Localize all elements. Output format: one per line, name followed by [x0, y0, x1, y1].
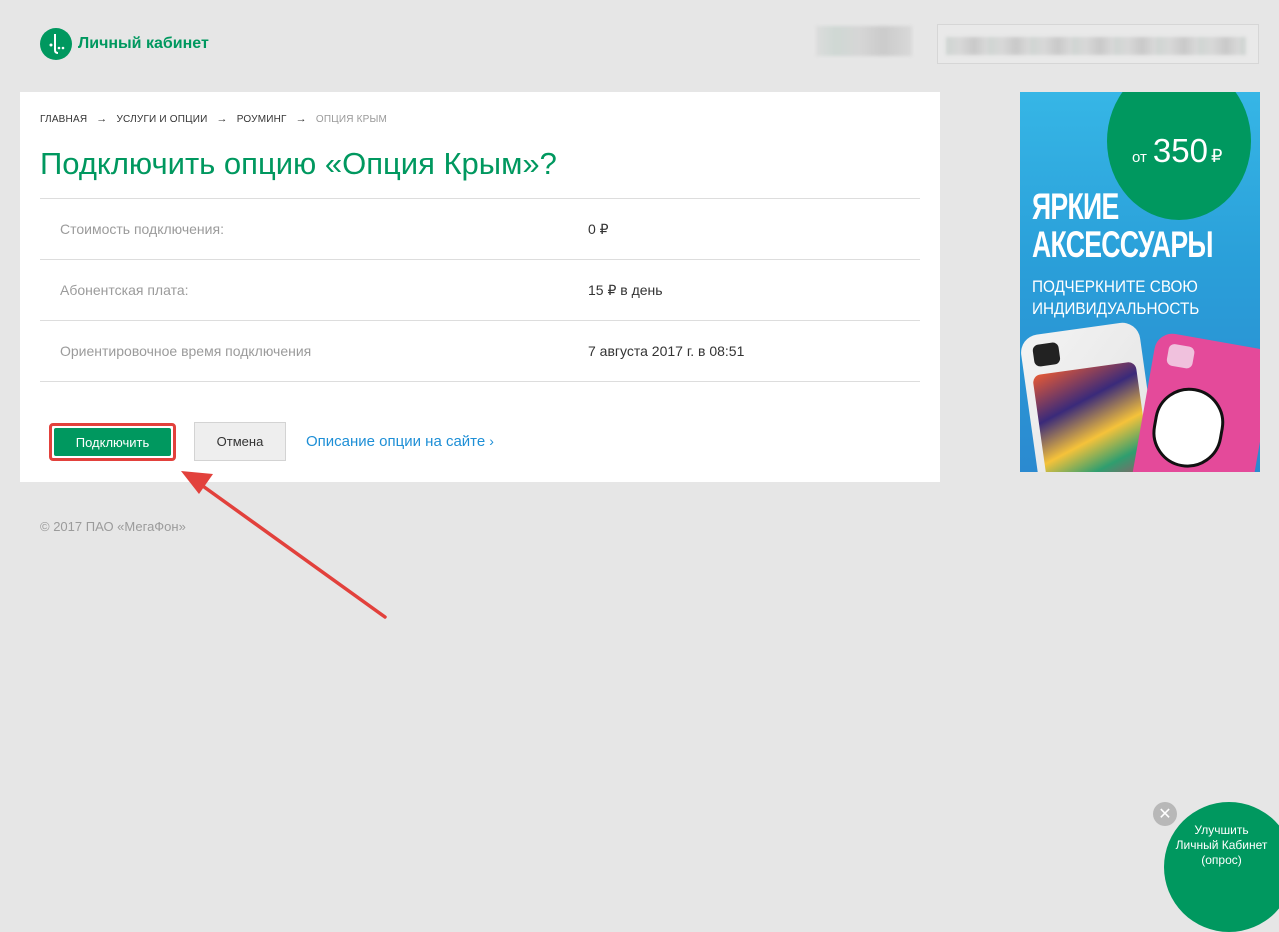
ad-price-prefix: от	[1132, 149, 1147, 166]
option-description-link-text: Описание опции на сайте	[306, 433, 486, 450]
confirm-card: Главная → Услуги и опции → Роуминг → Опц…	[20, 92, 940, 482]
detail-row: Стоимость подключения: 0 ₽	[40, 199, 920, 260]
breadcrumb: Главная → Услуги и опции → Роуминг → Опц…	[40, 113, 387, 125]
ad-price-value: 350	[1152, 132, 1208, 169]
logo-text: Личный кабинет	[78, 35, 209, 52]
breadcrumb-item-home[interactable]: Главная	[40, 114, 87, 125]
connect-button[interactable]: Подключить	[49, 423, 176, 461]
ad-price: от 350 ₽	[1132, 132, 1222, 170]
arrow-right-icon: →	[96, 113, 108, 125]
breadcrumb-item-current: Опция Крым	[315, 113, 388, 125]
detail-label: Абонентская плата:	[60, 282, 189, 298]
breadcrumb-item-roaming[interactable]: Роуминг	[237, 114, 287, 125]
blurred-account-box[interactable]	[937, 24, 1259, 64]
detail-label: Стоимость подключения:	[60, 221, 224, 237]
detail-value: 7 августа 2017 г. в 08:51	[588, 343, 745, 359]
survey-bubble[interactable]: Улучшить Личный Кабинет (опрос)	[1164, 802, 1279, 932]
survey-line: Личный Кабинет	[1175, 838, 1268, 852]
page-title: Подключить опцию «Опция Крым»?	[40, 146, 557, 181]
detail-value: 15 ₽ в день	[588, 282, 663, 298]
arrow-right-icon: →	[216, 113, 228, 125]
connect-button-label: Подключить	[54, 428, 171, 456]
ad-subheadline: ПОДЧЕРКНИТЕ СВОЮ ИНДИВИДУАЛЬНОСТЬ	[1032, 276, 1199, 320]
detail-row: Абонентская плата: 15 ₽ в день	[40, 260, 920, 321]
option-details-table: Стоимость подключения: 0 ₽ Абонентская п…	[40, 198, 920, 382]
ad-subheadline-line: ПОДЧЕРКНИТЕ СВОЮ	[1032, 277, 1198, 296]
ad-banner[interactable]: от 350 ₽ ЯРКИЕ АКСЕССУАРЫ ПОДЧЕРКНИТЕ СВ…	[1020, 92, 1260, 472]
close-icon[interactable]: ✕	[1153, 802, 1177, 826]
logo[interactable]: Личный кабинет	[40, 28, 209, 60]
detail-value: 0 ₽	[588, 221, 609, 237]
survey-line: (опрос)	[1201, 853, 1242, 867]
cancel-button[interactable]: Отмена	[194, 422, 286, 461]
survey-line: Улучшить	[1194, 823, 1249, 837]
ad-subheadline-line: ИНДИВИДУАЛЬНОСТЬ	[1032, 299, 1200, 318]
option-description-link[interactable]: Описание опции на сайте ›	[306, 433, 494, 450]
phone-case-image	[1128, 330, 1260, 472]
arrow-right-icon: →	[295, 113, 307, 125]
ad-headline-line: ЯРКИЕ	[1032, 186, 1119, 227]
breadcrumb-item-services[interactable]: Услуги и опции	[116, 114, 207, 125]
chevron-right-icon: ›	[489, 433, 494, 449]
megafon-logo-icon	[40, 28, 72, 60]
detail-label: Ориентировочное время подключения	[60, 343, 312, 359]
footer-copyright: © 2017 ПАО «МегаФон»	[40, 519, 186, 534]
detail-row: Ориентировочное время подключения 7 авгу…	[40, 321, 920, 382]
ad-headline-line: АКСЕССУАРЫ	[1032, 224, 1213, 265]
blurred-phone-number	[816, 26, 912, 56]
ad-headline: ЯРКИЕ АКСЕССУАРЫ	[1032, 188, 1213, 264]
ad-price-currency: ₽	[1210, 146, 1223, 166]
